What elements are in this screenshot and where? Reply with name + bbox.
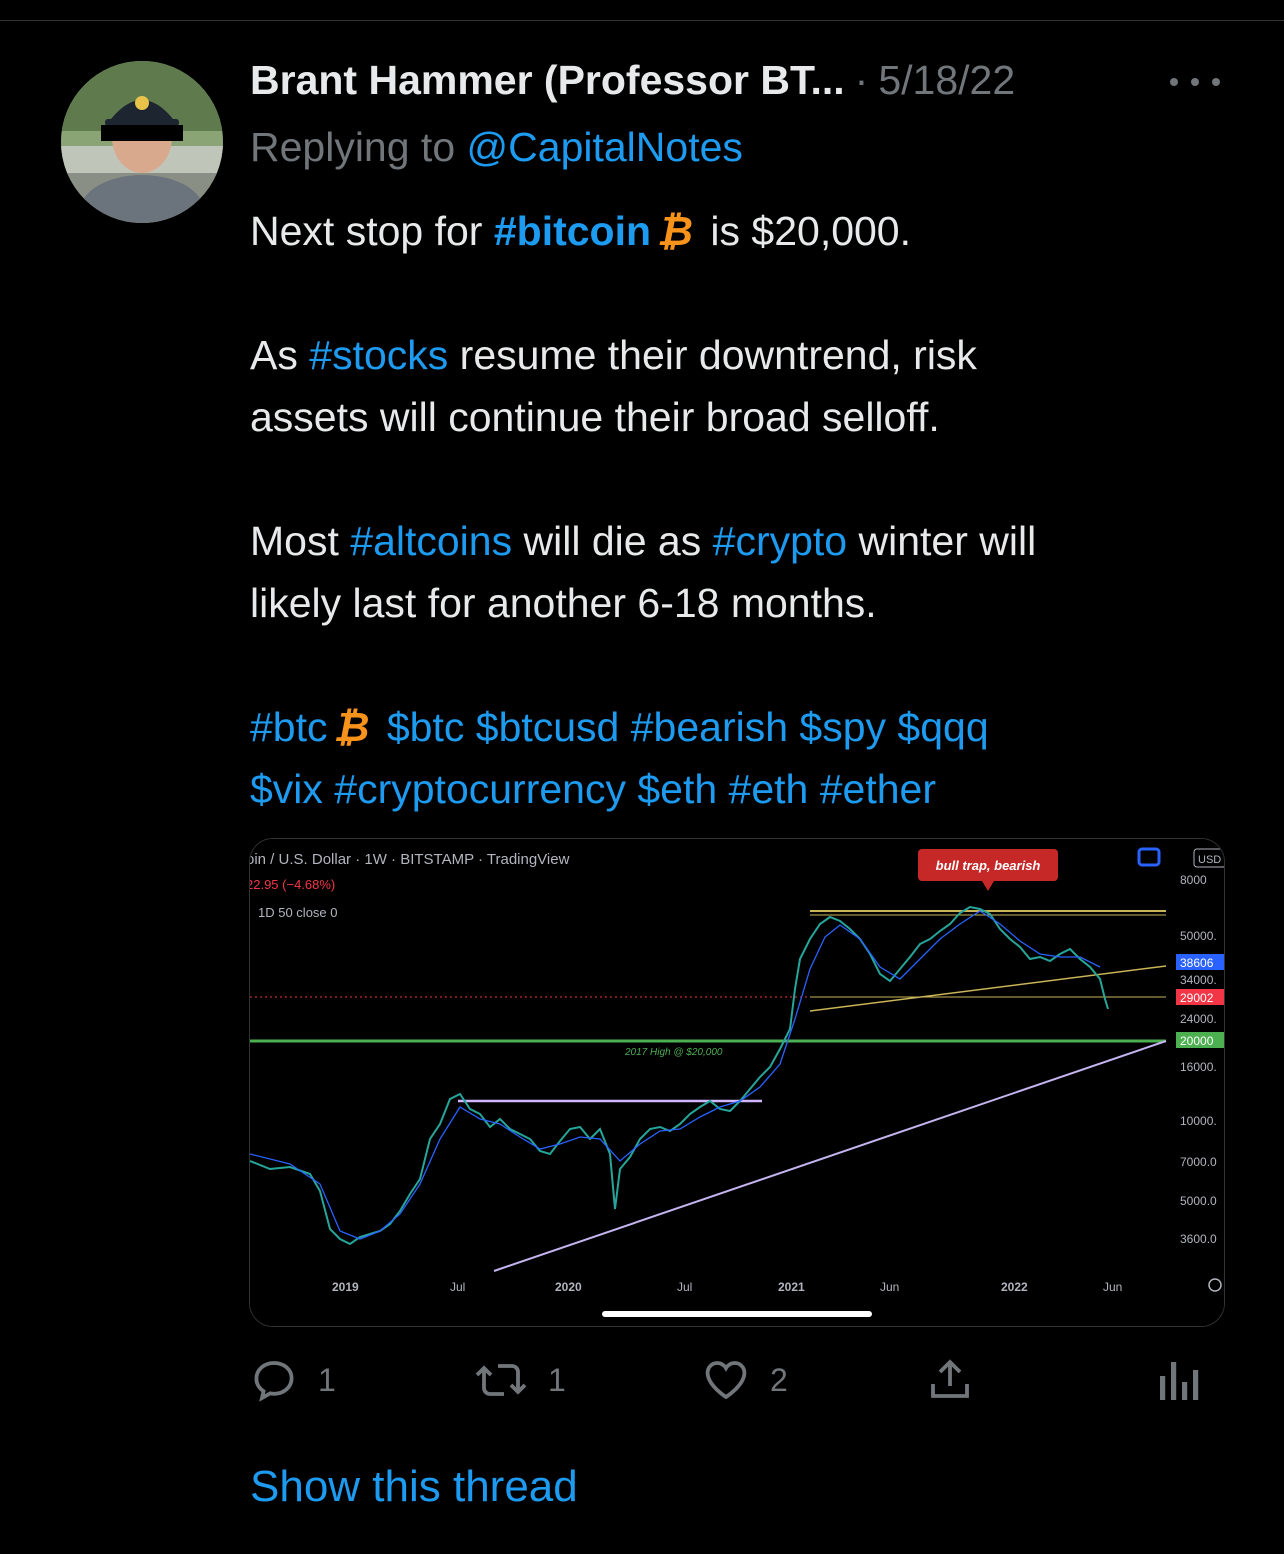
bitcoin-emoji-icon: ₿ <box>657 208 693 254</box>
chart-header-title: oin / U.S. Dollar · 1W · BITSTAMP · Trad… <box>250 851 570 868</box>
replying-prefix: Replying to <box>250 124 456 170</box>
share-icon <box>931 1359 969 1398</box>
bull-trap-annotation: bull trap, bearish <box>936 858 1041 873</box>
retweet-icon <box>475 1364 527 1396</box>
badge-20000-text: 20000 <box>1180 1034 1214 1048</box>
replying-handle-link[interactable]: @CapitalNotes <box>467 124 743 170</box>
reply-button[interactable]: 1 <box>250 1352 336 1408</box>
tweet-paragraph-3: Most #altcoins will die as #crypto winte… <box>250 510 1250 634</box>
hashtag-altcoins[interactable]: #altcoins <box>350 518 512 564</box>
text-segment: likely last for another 6-18 months. <box>250 580 877 626</box>
axis-label-16000: 16000. <box>1180 1060 1217 1074</box>
hashtag-btc[interactable]: #btc <box>250 704 328 750</box>
axis-label-5000: 5000.0 <box>1180 1194 1217 1208</box>
home-indicator-bar <box>602 1311 872 1317</box>
axis-label-50000: 50000. <box>1180 929 1217 943</box>
tweet-media-chart-image[interactable]: oin / U.S. Dollar · 1W · BITSTAMP · Trad… <box>249 838 1225 1327</box>
x-label-2022: 2022 <box>1001 1280 1028 1294</box>
retweet-count: 1 <box>548 1361 566 1398</box>
text-segment: Most <box>250 518 339 564</box>
bitcoin-emoji-icon: ₿ <box>333 704 370 750</box>
avatar-photo <box>61 61 223 223</box>
show-thread-link[interactable]: Show this thread <box>250 1462 578 1512</box>
text-segment: assets will continue their broad selloff… <box>250 394 940 440</box>
cashtags-line-2[interactable]: $vix #cryptocurrency $eth #eth #ether <box>250 766 936 812</box>
tweet-line-1: Next stop for #bitcoin ₿ is $20,000. <box>250 200 1250 262</box>
badge-29002-text: 29002 <box>1180 991 1214 1005</box>
axis-label-10000: 10000. <box>1180 1114 1217 1128</box>
hashtag-crypto[interactable]: #crypto <box>713 518 847 564</box>
text-segment: will die as <box>523 518 702 564</box>
replying-to: Replying to @CapitalNotes <box>250 124 743 171</box>
axis-label-34000: 34000. <box>1180 973 1217 987</box>
x-label-jul-2020: Jul <box>677 1280 692 1294</box>
text-segment: winter will <box>858 518 1037 564</box>
retweet-button[interactable]: 1 <box>474 1352 566 1408</box>
tweet-actions: 1 1 2 <box>250 1352 1230 1408</box>
x-label-2020: 2020 <box>555 1280 582 1294</box>
author-avatar[interactable] <box>61 61 223 223</box>
reply-icon <box>254 1361 294 1402</box>
text-segment: Next stop for <box>250 208 483 254</box>
heart-icon <box>705 1361 747 1400</box>
reply-count: 1 <box>318 1361 336 1398</box>
currency-badge-text: USD <box>1198 854 1221 866</box>
hashtag-stocks[interactable]: #stocks <box>309 332 448 378</box>
tweet-text: Next stop for #bitcoin ₿ is $20,000. As #… <box>250 200 1250 820</box>
badge-38606-text: 38606 <box>1180 956 1214 970</box>
top-divider <box>0 20 1284 21</box>
text-segment: is $20,000. <box>710 208 912 254</box>
x-label-jun-2021: Jun <box>880 1280 899 1294</box>
author-name[interactable]: Brant Hammer (Professor BT... <box>250 57 845 104</box>
hashtag-bitcoin[interactable]: #bitcoin <box>494 208 651 254</box>
axis-label-3600: 3600.0 <box>1180 1232 1217 1246</box>
axis-label-8000: 8000 <box>1180 873 1207 887</box>
analytics-icon <box>1160 1362 1199 1400</box>
x-label-jul-2019: Jul <box>450 1280 465 1294</box>
more-options-icon[interactable] <box>1170 62 1220 102</box>
x-label-jun-2022: Jun <box>1103 1280 1122 1294</box>
text-segment: As <box>250 332 298 378</box>
chart-header-change: 22.95 (−4.68%) <box>250 877 335 892</box>
axis-label-24000: 24000. <box>1180 1012 1217 1026</box>
cashtags-line-1[interactable]: $btc $btcusd #bearish $spy $qqq <box>387 704 989 750</box>
tweet-paragraph-2: As #stocks resume their downtrend, risk … <box>250 324 1250 448</box>
analytics-button[interactable] <box>1158 1352 1200 1408</box>
tweet-tags: #btc ₿ $btc $btcusd #bearish $spy $qqq $v… <box>250 696 1250 820</box>
tweet-header: Brant Hammer (Professor BT... · 5/18/22 <box>250 52 1015 108</box>
like-count: 2 <box>770 1361 788 1398</box>
x-label-2021: 2021 <box>778 1280 805 1294</box>
2017-high-annotation: 2017 High @ $20,000 <box>624 1047 723 1058</box>
tweet-date[interactable]: 5/18/22 <box>878 57 1015 104</box>
header-separator: · <box>854 56 869 103</box>
share-button[interactable] <box>927 1352 973 1408</box>
x-label-2019: 2019 <box>332 1280 359 1294</box>
axis-label-7000: 7000.0 <box>1180 1155 1217 1169</box>
like-button[interactable]: 2 <box>702 1352 788 1408</box>
text-segment: resume their downtrend, risk <box>459 332 977 378</box>
chart-indicator-label: 1D 50 close 0 <box>258 905 338 920</box>
